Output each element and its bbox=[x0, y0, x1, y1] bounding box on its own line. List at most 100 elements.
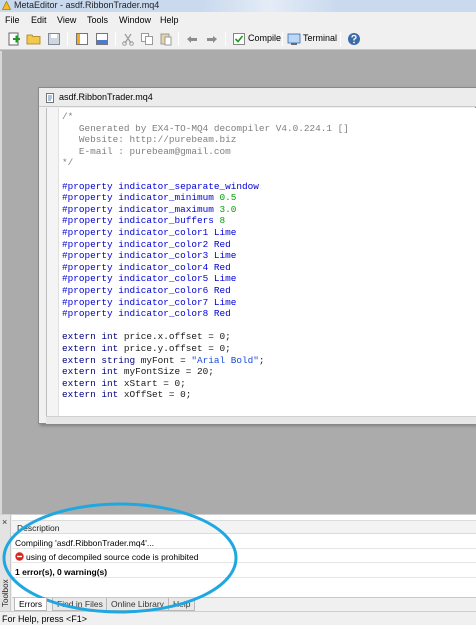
code-token: extern int bbox=[62, 331, 124, 343]
code-line: #property indicator_maximum 3.0 bbox=[62, 204, 236, 215]
code-line: #property indicator_color8 Red bbox=[62, 308, 231, 319]
code-token: Website: http://purebeam.biz bbox=[62, 134, 237, 146]
code-line: #property indicator_color3 Lime bbox=[62, 250, 236, 261]
copy-icon[interactable] bbox=[139, 31, 155, 47]
list-item[interactable]: 1 error(s), 0 warning(s) bbox=[12, 565, 476, 578]
paste-icon[interactable] bbox=[158, 31, 174, 47]
code-line: extern int xOffSet = 0; bbox=[62, 389, 191, 400]
code-token: extern int bbox=[62, 377, 124, 389]
code-line: extern int myFontSize = 20; bbox=[62, 366, 214, 377]
menu-file[interactable]: File bbox=[5, 15, 20, 25]
code-line: Generated by EX4-TO-MQ4 decompiler V4.0.… bbox=[62, 123, 349, 134]
mdi-area-edge bbox=[0, 51, 2, 514]
code-line: #property indicator_color2 Red bbox=[62, 239, 231, 250]
code-line: #property indicator_buffers 8 bbox=[62, 215, 225, 226]
compile-icon[interactable] bbox=[231, 31, 247, 47]
code-line: Website: http://purebeam.biz bbox=[62, 134, 237, 146]
redo-icon[interactable] bbox=[204, 31, 220, 47]
list-item[interactable]: using of decompiled source code is prohi… bbox=[12, 550, 476, 563]
tab-help[interactable]: Help bbox=[168, 598, 196, 611]
close-icon[interactable]: × bbox=[2, 518, 7, 527]
code-gutter bbox=[47, 108, 59, 416]
code-line: #property indicator_minimum 0.5 bbox=[62, 192, 236, 203]
document-title-bar: asdf.RibbonTrader.mq4 bbox=[39, 88, 476, 107]
toolbox-tabs: Errors Find in Files Online Library Help bbox=[12, 597, 476, 612]
menu-help[interactable]: Help bbox=[160, 15, 179, 25]
tab-errors[interactable]: Errors bbox=[14, 598, 48, 611]
toolbar-separator bbox=[115, 32, 116, 46]
horizontal-scrollbar[interactable] bbox=[46, 416, 476, 424]
code-token: /* bbox=[62, 111, 74, 122]
menu-view[interactable]: View bbox=[57, 15, 76, 25]
save-icon[interactable] bbox=[46, 31, 62, 47]
window-title: MetaEditor - asdf.RibbonTrader.mq4 bbox=[14, 0, 160, 10]
code-token: Generated by EX4-TO-MQ4 decompiler V4.0.… bbox=[62, 122, 349, 134]
terminal-button[interactable]: Terminal bbox=[303, 33, 337, 44]
code-line: #property indicator_color4 Red bbox=[62, 262, 231, 273]
menu-tools[interactable]: Tools bbox=[87, 15, 108, 25]
code-token: xStart = 0; bbox=[123, 377, 186, 389]
code-token: #property indicator_color1 Lime bbox=[62, 227, 237, 238]
title-bar: MetaEditor - asdf.RibbonTrader.mq4 bbox=[0, 0, 476, 12]
cut-icon[interactable] bbox=[120, 31, 136, 47]
toolbox-side-bar: × Toolbox bbox=[0, 515, 11, 612]
code-token: price.x.offset = 0; bbox=[123, 331, 231, 343]
code-token: extern string bbox=[62, 354, 141, 366]
code-token: */ bbox=[62, 157, 74, 169]
undo-icon[interactable] bbox=[184, 31, 200, 47]
metaeditor-app: MetaEditor - asdf.RibbonTrader.mq4 File … bbox=[0, 0, 476, 625]
document-icon bbox=[46, 93, 54, 103]
toolbar-separator bbox=[340, 32, 341, 46]
menu-bar: File Edit View Tools Window Help bbox=[0, 12, 476, 28]
editor-document-window: asdf.RibbonTrader.mq4 /* Generated by EX… bbox=[38, 87, 476, 424]
toolbar: Compile Terminal bbox=[0, 28, 476, 50]
menu-window[interactable]: Window bbox=[119, 15, 151, 25]
code-token: xOffSet = 0; bbox=[123, 389, 192, 401]
code-line: /* bbox=[62, 111, 73, 122]
tab-find-in-files[interactable]: Find in Files bbox=[52, 598, 108, 611]
toolbar-separator bbox=[225, 32, 226, 46]
code-token: #property indicator_separate_window bbox=[62, 180, 259, 192]
open-folder-icon[interactable] bbox=[26, 31, 42, 47]
toolbar-separator bbox=[282, 32, 283, 46]
code-line: #property indicator_color7 Lime bbox=[62, 297, 236, 308]
navigator-icon[interactable] bbox=[74, 31, 90, 47]
code-number: 8 bbox=[219, 215, 226, 227]
code-token: extern int bbox=[62, 366, 124, 378]
tab-online-library[interactable]: Online Library bbox=[106, 598, 169, 611]
code-line: E-mail : purebeam@gmail.com bbox=[62, 146, 231, 157]
code-token: extern int bbox=[62, 389, 124, 401]
toolbar-separator bbox=[178, 32, 179, 46]
code-token: #property indicator_color8 Red bbox=[62, 308, 231, 320]
code-line: #property indicator_separate_window bbox=[62, 181, 259, 192]
terminal-icon[interactable] bbox=[286, 31, 302, 47]
new-file-icon[interactable] bbox=[6, 31, 22, 47]
list-item[interactable]: Compiling 'asdf.RibbonTrader.mq4'... bbox=[12, 536, 476, 549]
code-token: E-mail : purebeam@gmail.com bbox=[62, 145, 231, 157]
compile-button[interactable]: Compile bbox=[248, 33, 281, 44]
description-header-label: Description bbox=[17, 523, 60, 533]
compile-message: Compiling 'asdf.RibbonTrader.mq4'... bbox=[15, 538, 154, 548]
code-token: #property indicator_color4 Red bbox=[62, 261, 231, 273]
code-line: #property indicator_color1 Lime bbox=[62, 227, 236, 238]
code-number: 0.5 bbox=[219, 192, 237, 204]
help-question-icon[interactable] bbox=[346, 31, 362, 47]
code-token: myFont = bbox=[140, 354, 192, 366]
code-string: "Arial Bold" bbox=[191, 354, 259, 366]
errors-list: Description Compiling 'asdf.RibbonTrader… bbox=[12, 515, 476, 597]
code-editor[interactable]: /* Generated by EX4-TO-MQ4 decompiler V4… bbox=[46, 108, 476, 416]
description-column-header[interactable]: Description bbox=[12, 520, 476, 534]
code-line: extern int xStart = 0; bbox=[62, 378, 186, 389]
title-glass-reflection bbox=[200, 0, 340, 12]
toolbox-panel-icon[interactable] bbox=[94, 31, 110, 47]
code-token: extern int bbox=[62, 343, 124, 354]
code-token: #property indicator_color3 Lime bbox=[62, 250, 237, 262]
menu-edit[interactable]: Edit bbox=[31, 15, 47, 25]
code-token: myFontSize = 20; bbox=[123, 366, 214, 378]
metaeditor-logo-icon bbox=[2, 1, 11, 10]
code-line: extern string myFont = "Arial Bold"; bbox=[62, 355, 265, 366]
code-token: #property indicator_color6 Red bbox=[62, 285, 231, 296]
code-token: ; bbox=[258, 354, 265, 366]
toolbox-panel: × Toolbox Description Compiling 'asdf.Ri… bbox=[0, 514, 476, 612]
code-token: #property indicator_maximum bbox=[62, 203, 220, 215]
